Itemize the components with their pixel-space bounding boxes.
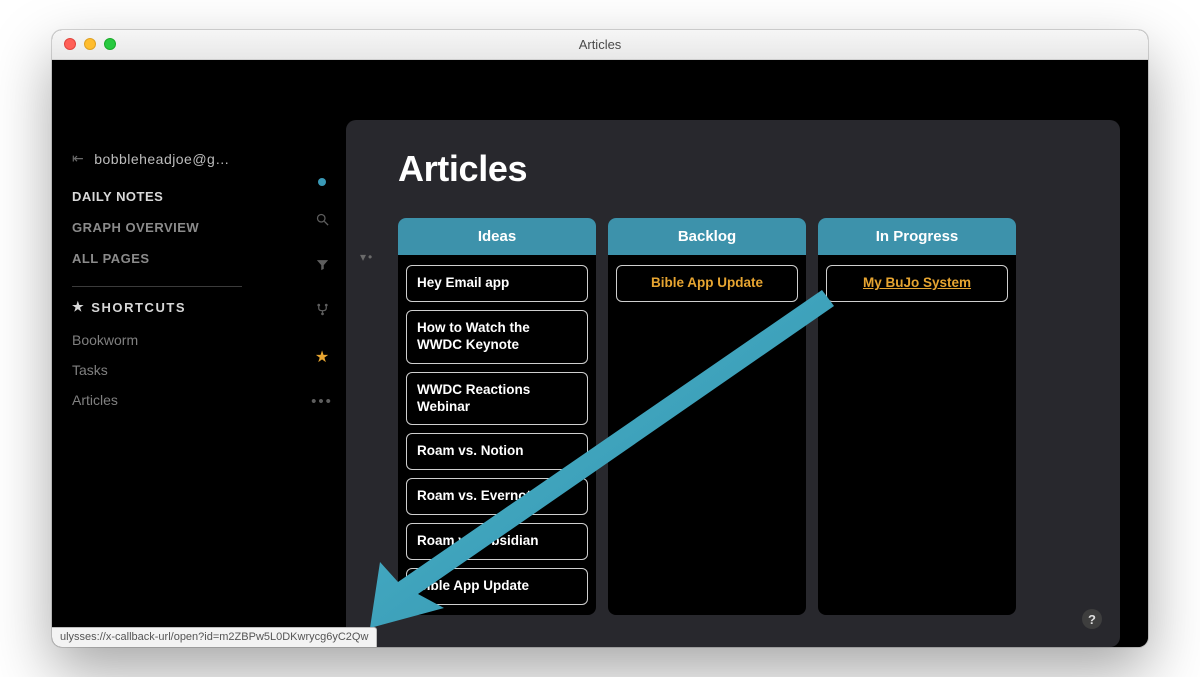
window-title: Articles xyxy=(579,37,622,52)
icon-rail: ★ ••• xyxy=(302,178,342,410)
card[interactable]: Roam vs. Evernote xyxy=(406,478,588,515)
fork-icon[interactable] xyxy=(315,302,330,321)
page-title[interactable]: Articles xyxy=(398,148,1082,190)
card[interactable]: WWDC Reactions Webinar xyxy=(406,372,588,426)
sidebar-divider xyxy=(72,286,242,287)
window-traffic-lights[interactable] xyxy=(64,38,116,50)
nav-graph-overview[interactable]: GRAPH OVERVIEW xyxy=(72,212,280,243)
column-backlog: Backlog Bible App Update xyxy=(608,218,806,615)
column-header[interactable]: Backlog xyxy=(608,218,806,255)
star-icon[interactable]: ★ xyxy=(315,347,329,367)
active-dot-icon xyxy=(318,178,326,186)
shortcut-articles[interactable]: Articles xyxy=(72,385,280,415)
column-header[interactable]: Ideas xyxy=(398,218,596,255)
card[interactable]: Roam vs. Notion xyxy=(406,433,588,470)
shortcut-bookworm[interactable]: Bookworm xyxy=(72,325,280,355)
minimize-icon[interactable] xyxy=(84,38,96,50)
account-label: bobbleheadjoe@g… xyxy=(94,151,230,167)
content-panel: Articles ▾• Ideas Hey Email app How to W… xyxy=(346,120,1120,647)
card[interactable]: Roam vs. Obsidian xyxy=(406,523,588,560)
kanban-board: Ideas Hey Email app How to Watch the WWD… xyxy=(398,218,1082,615)
column-header[interactable]: In Progress xyxy=(818,218,1016,255)
column-in-progress: In Progress My BuJo System xyxy=(818,218,1016,615)
shortcuts-heading: ★ SHORTCUTS xyxy=(72,299,280,315)
shortcuts-heading-label: SHORTCUTS xyxy=(91,300,186,315)
status-url-tooltip: ulysses://x-callback-url/open?id=m2ZBPw5… xyxy=(52,627,377,647)
close-icon[interactable] xyxy=(64,38,76,50)
card[interactable]: How to Watch the WWDC Keynote xyxy=(406,310,588,364)
zoom-icon[interactable] xyxy=(104,38,116,50)
collapse-icon: ⇤ xyxy=(72,150,84,167)
account-switcher[interactable]: ⇤ bobbleheadjoe@g… xyxy=(72,150,280,167)
sidebar: ⇤ bobbleheadjoe@g… DAILY NOTES GRAPH OVE… xyxy=(52,60,302,647)
help-button[interactable]: ? xyxy=(1082,609,1102,629)
card-link[interactable]: My BuJo System xyxy=(826,265,1008,302)
window-titlebar[interactable]: Articles xyxy=(52,30,1148,60)
nav-daily-notes[interactable]: DAILY NOTES xyxy=(72,181,280,212)
shortcut-tasks[interactable]: Tasks xyxy=(72,355,280,385)
block-bullets[interactable]: ▾• xyxy=(360,250,372,264)
more-icon[interactable]: ••• xyxy=(311,393,333,410)
card-link[interactable]: Bible App Update xyxy=(616,265,798,302)
card[interactable]: Hey Email app xyxy=(406,265,588,302)
main-area: Articles ▾• Ideas Hey Email app How to W… xyxy=(346,60,1148,647)
search-icon[interactable] xyxy=(315,212,330,231)
nav-all-pages[interactable]: ALL PAGES xyxy=(72,243,280,274)
app-window: Articles ⇤ bobbleheadjoe@g… DAILY NOTES … xyxy=(52,30,1148,647)
star-outline-icon: ★ xyxy=(72,299,85,315)
column-ideas: Ideas Hey Email app How to Watch the WWD… xyxy=(398,218,596,615)
filter-icon[interactable] xyxy=(315,257,330,276)
card[interactable]: Bible App Update xyxy=(406,568,588,605)
